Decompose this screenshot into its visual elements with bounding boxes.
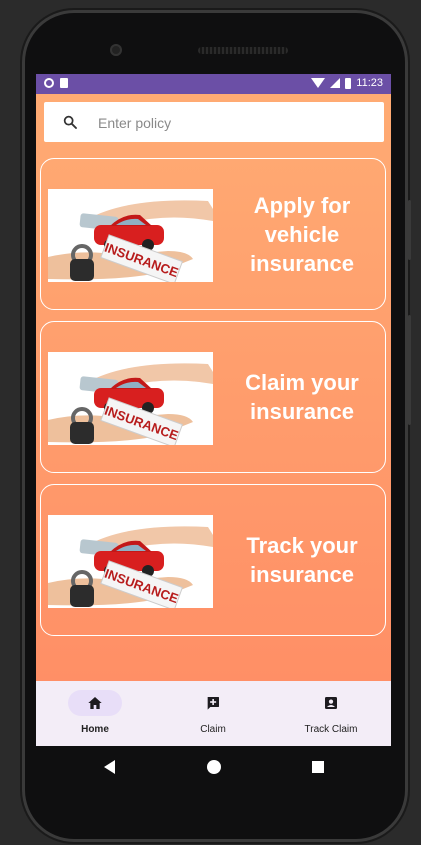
home-button-icon[interactable] bbox=[207, 760, 221, 774]
claim-insurance-card[interactable]: INSURANCE Claim your insurance bbox=[40, 321, 386, 473]
track-insurance-card[interactable]: INSURANCE Track your insurance bbox=[40, 484, 386, 636]
nav-label-home: Home bbox=[81, 724, 109, 735]
recents-icon[interactable] bbox=[312, 761, 324, 773]
status-time: 11:23 bbox=[356, 77, 383, 89]
policy-search-input[interactable] bbox=[96, 111, 380, 135]
search-icon bbox=[63, 115, 77, 129]
card-title: Track your insurance bbox=[246, 533, 358, 587]
nav-item-claim[interactable]: Claim bbox=[154, 681, 272, 746]
bottom-navigation: Home Claim Track Claim bbox=[36, 681, 391, 746]
card-title: Claim your insurance bbox=[245, 370, 359, 424]
power-button bbox=[408, 200, 411, 260]
status-bar: 11:23 bbox=[36, 74, 391, 94]
nav-item-track-claim[interactable]: Track Claim bbox=[272, 681, 390, 746]
apply-insurance-card[interactable]: INSURANCE Apply for vehicle insurance bbox=[40, 158, 386, 310]
signal-icon bbox=[330, 78, 341, 88]
earpiece-speaker bbox=[198, 47, 288, 54]
wifi-icon bbox=[311, 78, 326, 88]
main-content: INSURANCE Apply for vehicle insurance bbox=[36, 94, 391, 681]
app-screen: 11:23 Enter policy INSURANCE Apply for v… bbox=[36, 74, 391, 746]
back-icon[interactable] bbox=[104, 760, 115, 774]
nav-label-claim: Claim bbox=[200, 724, 226, 735]
notification-icon bbox=[44, 78, 54, 88]
add-box-icon bbox=[207, 697, 219, 710]
battery-icon bbox=[345, 77, 352, 89]
search-bar[interactable] bbox=[44, 102, 384, 142]
volume-button bbox=[408, 315, 411, 425]
front-camera bbox=[110, 44, 122, 56]
nav-item-home[interactable]: Home bbox=[36, 681, 154, 746]
home-icon bbox=[88, 697, 102, 709]
sim-card-icon bbox=[60, 78, 68, 88]
nav-label-track-claim: Track Claim bbox=[304, 724, 358, 735]
insurance-car-image: INSURANCE bbox=[48, 515, 213, 608]
card-title: Apply for vehicle insurance bbox=[250, 192, 354, 276]
insurance-car-image: INSURANCE bbox=[48, 352, 213, 445]
account-box-icon bbox=[325, 697, 337, 709]
insurance-car-image: INSURANCE bbox=[48, 189, 213, 282]
system-navigation-bar bbox=[36, 746, 391, 786]
